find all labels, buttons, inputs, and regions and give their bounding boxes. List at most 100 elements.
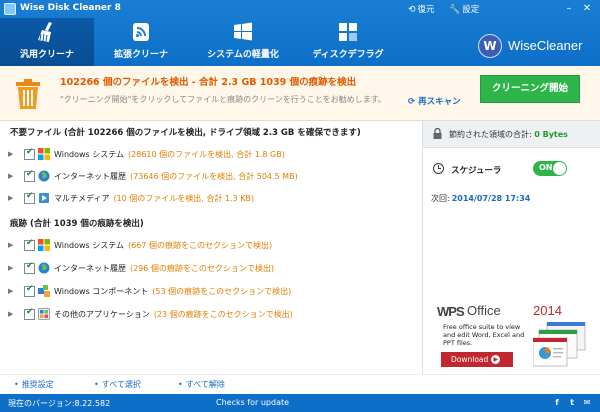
ad-download-button[interactable]: Download ▶ bbox=[441, 352, 513, 367]
toggle-knob bbox=[553, 162, 566, 175]
ad-year: 2014 bbox=[533, 303, 562, 318]
wrench-icon: 🔧 bbox=[449, 5, 461, 15]
bullet-icon: • bbox=[94, 380, 99, 389]
expand-icon[interactable]: ▶ bbox=[8, 264, 13, 272]
tab-disk-defrag[interactable]: ディスクデフラグ bbox=[298, 18, 398, 66]
tab-label: 汎用クリーナ bbox=[19, 50, 74, 60]
restore-label: 復元 bbox=[417, 5, 435, 15]
check-icon: ✔ bbox=[26, 169, 34, 179]
version-label: 現在のバージョン:8.22.582 bbox=[8, 399, 111, 408]
item-label: Windows システム (28610 個のファイルを検出, 合計 1.8 GB) bbox=[54, 150, 285, 159]
tab-label: 拡張クリーナ bbox=[113, 50, 168, 60]
deselect-all-link[interactable]: • すべて解除 bbox=[178, 379, 225, 390]
bullet-icon: • bbox=[14, 380, 19, 389]
next-run-value: 2014/07/28 17:34 bbox=[451, 194, 531, 203]
bullet-icon: • bbox=[178, 380, 183, 389]
app-title: Wise Disk Cleaner 8 bbox=[20, 3, 121, 13]
summary-description: "クリーニング開始"をクリックしてファイルと痕跡のクリーンを行うことをお勧めしま… bbox=[60, 95, 386, 104]
advanced-clean-icon bbox=[133, 23, 149, 41]
select-all-link[interactable]: • すべて選択 bbox=[94, 379, 141, 390]
wisecleaner-logo: W bbox=[478, 34, 502, 58]
next-run-label: 次回: bbox=[431, 194, 450, 203]
expand-icon[interactable]: ▶ bbox=[8, 194, 13, 202]
list-item-multimedia[interactable]: ▶ ✔ マルチメディア (10 個のファイルを検出, 合計 1.3 KB) bbox=[0, 191, 420, 206]
check-icon: ✔ bbox=[26, 307, 34, 317]
multimedia-icon bbox=[39, 193, 49, 203]
facebook-icon[interactable]: f bbox=[552, 398, 562, 408]
globe-icon bbox=[38, 262, 50, 274]
ad-download-label: Download bbox=[451, 355, 489, 364]
minimize-button[interactable]: – bbox=[562, 2, 576, 15]
tab-advanced-cleaner[interactable]: 拡張クリーナ bbox=[94, 18, 188, 66]
checkbox[interactable]: ✔ bbox=[24, 147, 35, 160]
traces-header: 痕跡 (合計 1039 個の痕跡を検出) bbox=[10, 219, 144, 229]
download-arrow-icon: ▶ bbox=[491, 355, 501, 364]
title-bar: Wise Disk Cleaner 8 ⟲ 復元 🔧 設定 – ✕ bbox=[0, 0, 600, 18]
checkbox[interactable]: ✔ bbox=[24, 284, 35, 297]
tab-system-tuneup[interactable]: システムの軽量化 bbox=[188, 18, 298, 66]
lock-icon bbox=[433, 128, 442, 139]
ad-brand: Office bbox=[467, 303, 501, 318]
checkbox[interactable]: ✔ bbox=[24, 261, 35, 274]
wps-office-ad[interactable]: WPS Office 2014 Free office suite to vie… bbox=[435, 300, 589, 370]
component-icon bbox=[38, 285, 50, 297]
list-item-other-applications[interactable]: ▶ ✔ その他のアプリケーション (23 個の痕跡をこのセクションで検出) bbox=[0, 307, 420, 322]
space-saved-row: 節約された領域の合計: 0 Bytes bbox=[423, 121, 600, 148]
checkbox[interactable]: ✔ bbox=[24, 191, 35, 204]
brand-name: WiseCleaner bbox=[508, 38, 583, 53]
status-bar: 現在のバージョン:8.22.582 Checks for update f t … bbox=[0, 394, 600, 412]
item-label: インターネット履歴 (73646 個のファイルを検出, 合計 504.5 MB) bbox=[54, 172, 298, 181]
scan-summary: 102266 個のファイルを検出 - 合計 2.3 GB 1039 個の痕跡を検… bbox=[0, 66, 600, 121]
tab-label: システムの軽量化 bbox=[207, 50, 279, 60]
expand-icon[interactable]: ▶ bbox=[8, 310, 13, 318]
junk-files-header: 不要ファイル (合計 102266 個のファイルを検出, ドライブ領域 2.3 … bbox=[10, 128, 361, 138]
expand-icon[interactable]: ▶ bbox=[8, 172, 13, 180]
restore-icon: ⟲ bbox=[408, 5, 416, 15]
windows-icon bbox=[38, 239, 50, 251]
list-item-internet-history-files[interactable]: ▶ ✔ インターネット履歴 (73646 個のファイルを検出, 合計 504.5 … bbox=[0, 169, 420, 184]
check-update-link[interactable]: Checks for update bbox=[216, 398, 289, 407]
scheduler-toggle[interactable]: ON bbox=[533, 161, 567, 176]
item-label: Windows コンポーネント (53 個の痕跡をこのセクションで検出) bbox=[54, 287, 292, 296]
refresh-icon: ⟳ bbox=[408, 97, 416, 107]
check-icon: ✔ bbox=[26, 284, 34, 294]
checkbox[interactable]: ✔ bbox=[24, 307, 35, 320]
bottom-links-bar: • 推奨設定 • すべて選択 • すべて解除 bbox=[0, 374, 600, 395]
item-label: インターネット履歴 (296 個の痕跡をこのセクションで検出) bbox=[54, 264, 275, 273]
globe-icon bbox=[38, 170, 50, 182]
close-button[interactable]: ✕ bbox=[580, 2, 594, 15]
list-item-internet-history-traces[interactable]: ▶ ✔ インターネット履歴 (296 個の痕跡をこのセクションで検出) bbox=[0, 261, 420, 276]
rescan-link[interactable]: ⟳ 再スキャン bbox=[408, 95, 461, 107]
restore-button[interactable]: ⟲ 復元 bbox=[408, 3, 435, 15]
app-header: Wise Disk Cleaner 8 ⟲ 復元 🔧 設定 – ✕ 汎用クリーナ 拡… bbox=[0, 0, 600, 66]
ad-description: Free office suite to view and edit Word,… bbox=[443, 323, 525, 347]
expand-icon[interactable]: ▶ bbox=[8, 150, 13, 158]
apps-icon bbox=[38, 308, 50, 320]
clock-icon bbox=[433, 163, 444, 174]
twitter-icon[interactable]: t bbox=[567, 398, 577, 408]
list-item-windows-system-traces[interactable]: ▶ ✔ Windows システム (667 個の痕跡をこのセクションで検出) bbox=[0, 238, 420, 253]
rescan-label: 再スキャン bbox=[418, 97, 461, 107]
settings-button[interactable]: 🔧 設定 bbox=[449, 3, 479, 15]
windows-icon bbox=[234, 22, 252, 41]
check-icon: ✔ bbox=[26, 191, 34, 201]
recommended-settings-link[interactable]: • 推奨設定 bbox=[14, 379, 54, 390]
checkbox[interactable]: ✔ bbox=[24, 169, 35, 182]
side-panel: 節約された領域の合計: 0 Bytes スケジューラ ON 次回: 2014/07… bbox=[423, 121, 600, 374]
tab-general-cleaner[interactable]: 汎用クリーナ bbox=[0, 18, 94, 66]
email-icon[interactable]: ✉ bbox=[582, 398, 592, 408]
checkbox[interactable]: ✔ bbox=[24, 238, 35, 251]
list-item-windows-components[interactable]: ▶ ✔ Windows コンポーネント (53 個の痕跡をこのセクションで検出) bbox=[0, 284, 420, 299]
space-saved-label: 節約された領域の合計: 0 Bytes bbox=[449, 130, 568, 139]
defrag-icon bbox=[339, 23, 357, 41]
windows-icon bbox=[38, 148, 50, 160]
app-icon bbox=[4, 3, 16, 15]
start-cleaning-button[interactable]: クリーニング開始 bbox=[480, 75, 580, 103]
expand-icon[interactable]: ▶ bbox=[8, 241, 13, 249]
summary-title: 102266 個のファイルを検出 - 合計 2.3 GB 1039 個の痕跡を検… bbox=[60, 77, 357, 88]
list-item-windows-system-files[interactable]: ▶ ✔ Windows システム (28610 個のファイルを検出, 合計 1.8… bbox=[0, 147, 420, 162]
broom-icon bbox=[38, 22, 52, 42]
expand-icon[interactable]: ▶ bbox=[8, 287, 13, 295]
check-icon: ✔ bbox=[26, 261, 34, 271]
check-icon: ✔ bbox=[26, 147, 34, 157]
